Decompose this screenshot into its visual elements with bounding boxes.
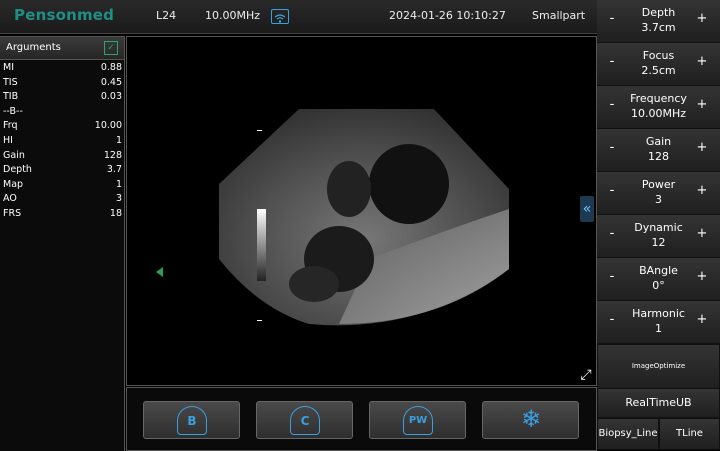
argument-row: TIS 0.45 (0, 75, 124, 90)
control-value: 2.5cm (641, 64, 676, 77)
arguments-title: Arguments (6, 42, 61, 53)
arguments-toggle-icon[interactable]: ✓ (104, 41, 118, 55)
biopsy-line-button[interactable]: Biopsy_Line (597, 418, 659, 450)
realtime-ub-button[interactable]: RealTimeUB (597, 388, 720, 418)
argument-value: 18 (109, 207, 122, 219)
argument-value: 0.88 (100, 62, 122, 73)
argument-key: Depth (3, 164, 32, 176)
control-name: Power (641, 178, 676, 191)
b-mode-button[interactable]: B (143, 401, 240, 439)
argument-value: 10.00 (94, 120, 122, 132)
gain-increase-button[interactable]: + (696, 140, 708, 155)
argument-key: Frq (3, 120, 18, 132)
dynamic-control: - Dynamic 12 + (597, 215, 720, 258)
control-value: 1 (655, 322, 662, 335)
control-name: Frequency (630, 92, 687, 105)
argument-value: 1 (115, 134, 122, 146)
argument-key: TIS (3, 76, 18, 88)
argument-row: Gain 128 (0, 148, 124, 163)
control-panel: - Depth 3.7cm + - Focus 2.5cm + - Freque… (597, 0, 720, 450)
arguments-header: Arguments ✓ (0, 37, 124, 60)
argument-value: 3.7 (106, 164, 122, 176)
control-value: 0° (652, 279, 665, 292)
grayscale-bar (257, 209, 266, 281)
argument-key: HI (3, 134, 13, 146)
control-value: 12 (651, 236, 666, 249)
argument-value: 0.45 (100, 76, 122, 88)
arguments-panel: Arguments ✓ MI 0.88 TIS 0.45 TIB 0.03 --B--… (0, 36, 125, 451)
focus-control: - Focus 2.5cm + (597, 43, 720, 86)
argument-key: Map (3, 178, 24, 190)
c-mode-button[interactable]: C (256, 401, 353, 439)
focus-marker-icon (156, 267, 163, 277)
focus-increase-button[interactable]: + (696, 54, 708, 69)
image-optimize-button[interactable]: ImageOptimize (597, 344, 720, 389)
frequency-control: - Frequency 10.00MHz + (597, 86, 720, 129)
argument-row: Depth 3.7 (0, 162, 124, 177)
depth-tick (257, 130, 262, 131)
b-mode-icon: B (177, 406, 207, 435)
power-control: - Power 3 + (597, 172, 720, 215)
freeze-button[interactable]: ❄ (482, 401, 579, 439)
power-increase-button[interactable]: + (696, 183, 708, 198)
pw-mode-icon: PW (403, 406, 433, 435)
argument-row: FRS 18 (0, 206, 124, 221)
c-mode-icon: C (290, 406, 320, 435)
argument-value: 128 (103, 149, 122, 161)
frequency-increase-button[interactable]: + (696, 97, 708, 112)
depth-tick (257, 320, 262, 321)
mode-toolbar: B C PW ❄ (126, 387, 597, 451)
control-name: BAngle (639, 264, 678, 277)
tline-button[interactable]: TLine (659, 418, 720, 450)
argument-value: 0.03 (100, 91, 122, 103)
argument-key: MI (3, 62, 14, 73)
argument-key: AO (3, 193, 17, 205)
wifi-icon (271, 9, 289, 24)
control-name: Depth (641, 6, 676, 19)
argument-row: TIB 0.03 (0, 89, 124, 104)
ultrasound-image-area[interactable] (126, 36, 597, 386)
snowflake-icon: ❄ (520, 405, 542, 433)
control-name: Dynamic (634, 221, 683, 234)
frequency-label: 10.00MHz (205, 9, 261, 22)
top-status-bar: Pensonmed L24 10.00MHz 2024-01-26 10:10:… (0, 0, 597, 34)
control-name: Gain (645, 135, 672, 148)
brand-logo: Pensonmed (14, 6, 115, 24)
bangle-increase-button[interactable]: + (696, 269, 708, 284)
argument-key: Gain (3, 149, 25, 161)
preset-label: Smallpart (532, 9, 586, 22)
control-name: Focus (642, 49, 675, 62)
argument-value: 3 (115, 193, 122, 205)
pw-mode-button[interactable]: PW (369, 401, 466, 439)
dynamic-increase-button[interactable]: + (696, 226, 708, 241)
depth-control: - Depth 3.7cm + (597, 0, 720, 43)
gain-control: - Gain 128 + (597, 129, 720, 172)
argument-row: --B-- (0, 104, 124, 119)
argument-row: Frq 10.00 (0, 118, 124, 133)
argument-row: Map 1 (0, 177, 124, 192)
probe-label: L24 (156, 9, 177, 22)
argument-row: HI 1 (0, 133, 124, 148)
control-value: 128 (648, 150, 669, 163)
control-value: 3 (655, 193, 662, 206)
control-value: 10.00MHz (630, 107, 687, 120)
argument-key: TIB (3, 91, 19, 103)
fullscreen-icon[interactable]: ⤢ (577, 366, 595, 384)
argument-key: --B-- (3, 105, 23, 117)
arguments-list: MI 0.88 TIS 0.45 TIB 0.03 --B-- Frq 10.00 HI… (0, 60, 124, 221)
argument-row: AO 3 (0, 191, 124, 206)
harmonic-increase-button[interactable]: + (696, 312, 708, 327)
argument-row: MI 0.88 (0, 60, 124, 75)
collapse-panel-icon[interactable]: « (580, 196, 594, 222)
control-name: Harmonic (632, 307, 685, 320)
datetime-label: 2024-01-26 10:10:27 (389, 9, 506, 22)
argument-value: 1 (115, 178, 122, 190)
bangle-control: - BAngle 0° + (597, 258, 720, 301)
control-value: 3.7cm (641, 21, 676, 34)
harmonic-control: - Harmonic 1 + (597, 301, 720, 344)
argument-key: FRS (3, 207, 22, 219)
depth-increase-button[interactable]: + (696, 11, 708, 26)
